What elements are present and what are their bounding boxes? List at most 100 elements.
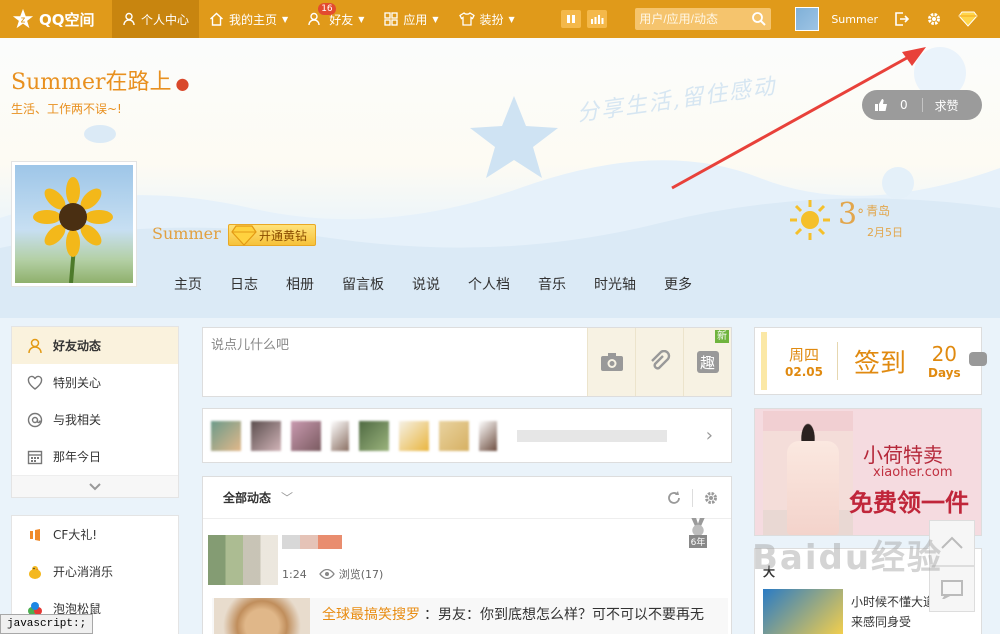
feed-filter-label: 全部动态 [223, 491, 272, 505]
visitor-avatar[interactable] [399, 420, 429, 451]
app-cf-gift[interactable]: CF大礼! [12, 516, 178, 553]
tomato-icon: ● [175, 74, 190, 93]
logout-icon[interactable] [894, 11, 910, 27]
puppy-thumbnail[interactable] [214, 598, 310, 634]
subnav-message-board[interactable]: 留言板 [328, 274, 398, 294]
search-icon[interactable] [751, 11, 767, 27]
like-request-label[interactable]: 求赞 [935, 97, 959, 114]
menu-label: 好友动态 [53, 339, 102, 353]
like-widget[interactable]: 0 求赞 [862, 90, 982, 120]
visitor-avatar[interactable] [479, 420, 497, 451]
nav-label: 个人中心 [141, 12, 190, 27]
recommendation-thumbnail[interactable] [763, 589, 843, 634]
top-navigation-bar: Z QQ空间 个人中心 我的主页 ▼ 16 好友▼ 应用 ▼ 装扮 ▼ Summer [0, 0, 1000, 38]
subnav-profile[interactable]: 个人档 [454, 274, 524, 294]
ad-model-photo [763, 411, 853, 535]
visitor-avatar[interactable] [331, 420, 349, 451]
nav-apps[interactable]: 应用 ▼ [374, 0, 448, 38]
blurred-visitor-names [517, 429, 667, 442]
visitor-avatar[interactable] [359, 420, 389, 451]
checkin-stripe [761, 332, 767, 390]
ad-cta: 免费领一件 [849, 489, 969, 517]
post-author-avatar[interactable] [208, 535, 278, 585]
weather-date: 2月5日 [867, 226, 903, 239]
tools-divider [692, 489, 693, 507]
status-input[interactable] [203, 328, 587, 396]
chevron-down-icon: ▼ [358, 14, 365, 24]
share-text: ：男友：你到底想怎么样？可不可以不要再无 [424, 607, 704, 623]
six-year-medal[interactable]: 6年 [680, 518, 716, 548]
visitor-avatar[interactable] [291, 420, 321, 451]
ad-brand: 小荷特卖 [863, 443, 943, 467]
home-icon [210, 12, 223, 26]
menu-on-this-day[interactable]: 那年今日 [12, 438, 178, 475]
subnav-timeline[interactable]: 时光轴 [580, 274, 650, 294]
person-icon [123, 12, 135, 26]
visitor-avatar[interactable] [251, 420, 281, 451]
user-avatar[interactable] [795, 7, 820, 31]
chevron-down-icon: ▼ [282, 14, 289, 24]
expand-menu-button[interactable] [12, 475, 178, 497]
menu-special-care[interactable]: 特别关心 [12, 364, 178, 401]
visitor-avatar[interactable] [439, 420, 469, 451]
pause-button[interactable] [561, 10, 582, 28]
subnav-album[interactable]: 相册 [272, 274, 328, 294]
menu-friend-updates[interactable]: 好友动态 [12, 327, 178, 364]
chevron-down-icon: ▼ [432, 14, 439, 24]
refresh-icon[interactable] [666, 490, 682, 506]
search-input[interactable] [635, 8, 748, 30]
subnav-music[interactable]: 音乐 [524, 274, 580, 294]
app-happy-elimination[interactable]: 开心消消乐 [12, 553, 178, 590]
feed-filter-dropdown[interactable]: 全部动态 ﹀ [203, 477, 731, 519]
app-label: 开心消消乐 [53, 565, 114, 579]
ad-url: xiaoher.com [873, 465, 953, 480]
equalizer-button[interactable] [587, 10, 608, 28]
qzone-logo[interactable]: Z QQ空间 [0, 0, 112, 38]
menu-related-to-me[interactable]: 与我相关 [12, 401, 178, 438]
yellow-diamond-icon[interactable] [958, 11, 978, 27]
profile-avatar[interactable] [11, 161, 137, 287]
share-source-link[interactable]: 全球最搞笑搜罗 [322, 604, 420, 624]
friends-badge: 16 [318, 3, 336, 15]
ad-dress [787, 441, 839, 535]
chevron-right-icon[interactable]: › [706, 425, 713, 446]
post-author-name[interactable] [282, 535, 342, 549]
chat-bubble-icon[interactable] [969, 352, 987, 366]
subnav-moments[interactable]: 说说 [398, 274, 454, 294]
like-divider [921, 98, 923, 112]
diamond-icon [231, 225, 257, 246]
recommendation-title[interactable]: 小时候不懂大道 [851, 593, 935, 610]
weather-city: 青岛 [866, 204, 891, 218]
nav-my-home[interactable]: 我的主页 ▼ [199, 0, 298, 38]
camera-icon [600, 353, 623, 371]
check-in-widget[interactable]: 周四 02.05 签到 20 Days [754, 327, 987, 395]
user-name[interactable]: Summer [831, 13, 878, 26]
chevron-down-icon [89, 482, 101, 490]
browser-status-bar: javascript:; [0, 614, 94, 634]
recent-visitors-strip[interactable]: › [202, 408, 732, 463]
chevron-down-icon: ▼ [508, 14, 515, 24]
fun-icon: 趣 [696, 351, 719, 373]
at-icon [27, 412, 43, 427]
subnav-blog[interactable]: 日志 [216, 274, 272, 294]
photo-button[interactable] [587, 328, 635, 396]
check-in-button[interactable]: 签到 [854, 343, 906, 380]
nav-dress-up[interactable]: 装扮 ▼ [449, 0, 525, 38]
gear-icon[interactable] [926, 11, 942, 27]
baidu-watermark: Baidu经验 [752, 538, 944, 578]
attach-link-button[interactable] [635, 328, 683, 396]
subnav-home[interactable]: 主页 [160, 274, 216, 294]
feed-tools [666, 489, 719, 507]
logo-text: QQ空间 [39, 10, 95, 29]
subnav-more[interactable]: 更多 [650, 274, 706, 294]
heart-icon [27, 375, 43, 390]
recommendation-subtitle[interactable]: 来感同身受 [851, 613, 911, 630]
nav-personal-center[interactable]: 个人中心 [112, 0, 200, 38]
gear-icon[interactable] [703, 490, 719, 506]
shared-content-card[interactable]: 全球最搞笑搜罗 ：男友：你到底想怎么样？可不可以不要再无 [212, 598, 728, 634]
visitor-avatar[interactable] [211, 420, 241, 451]
nav-friends[interactable]: 16 好友 ▼ [298, 0, 374, 38]
fun-content-button[interactable]: 新 趣 [683, 328, 731, 396]
open-yellow-diamond-button[interactable]: 开通黄钻 [228, 224, 317, 246]
advertisement[interactable]: 小荷特卖 xiaoher.com 免费领一件 [754, 408, 982, 536]
